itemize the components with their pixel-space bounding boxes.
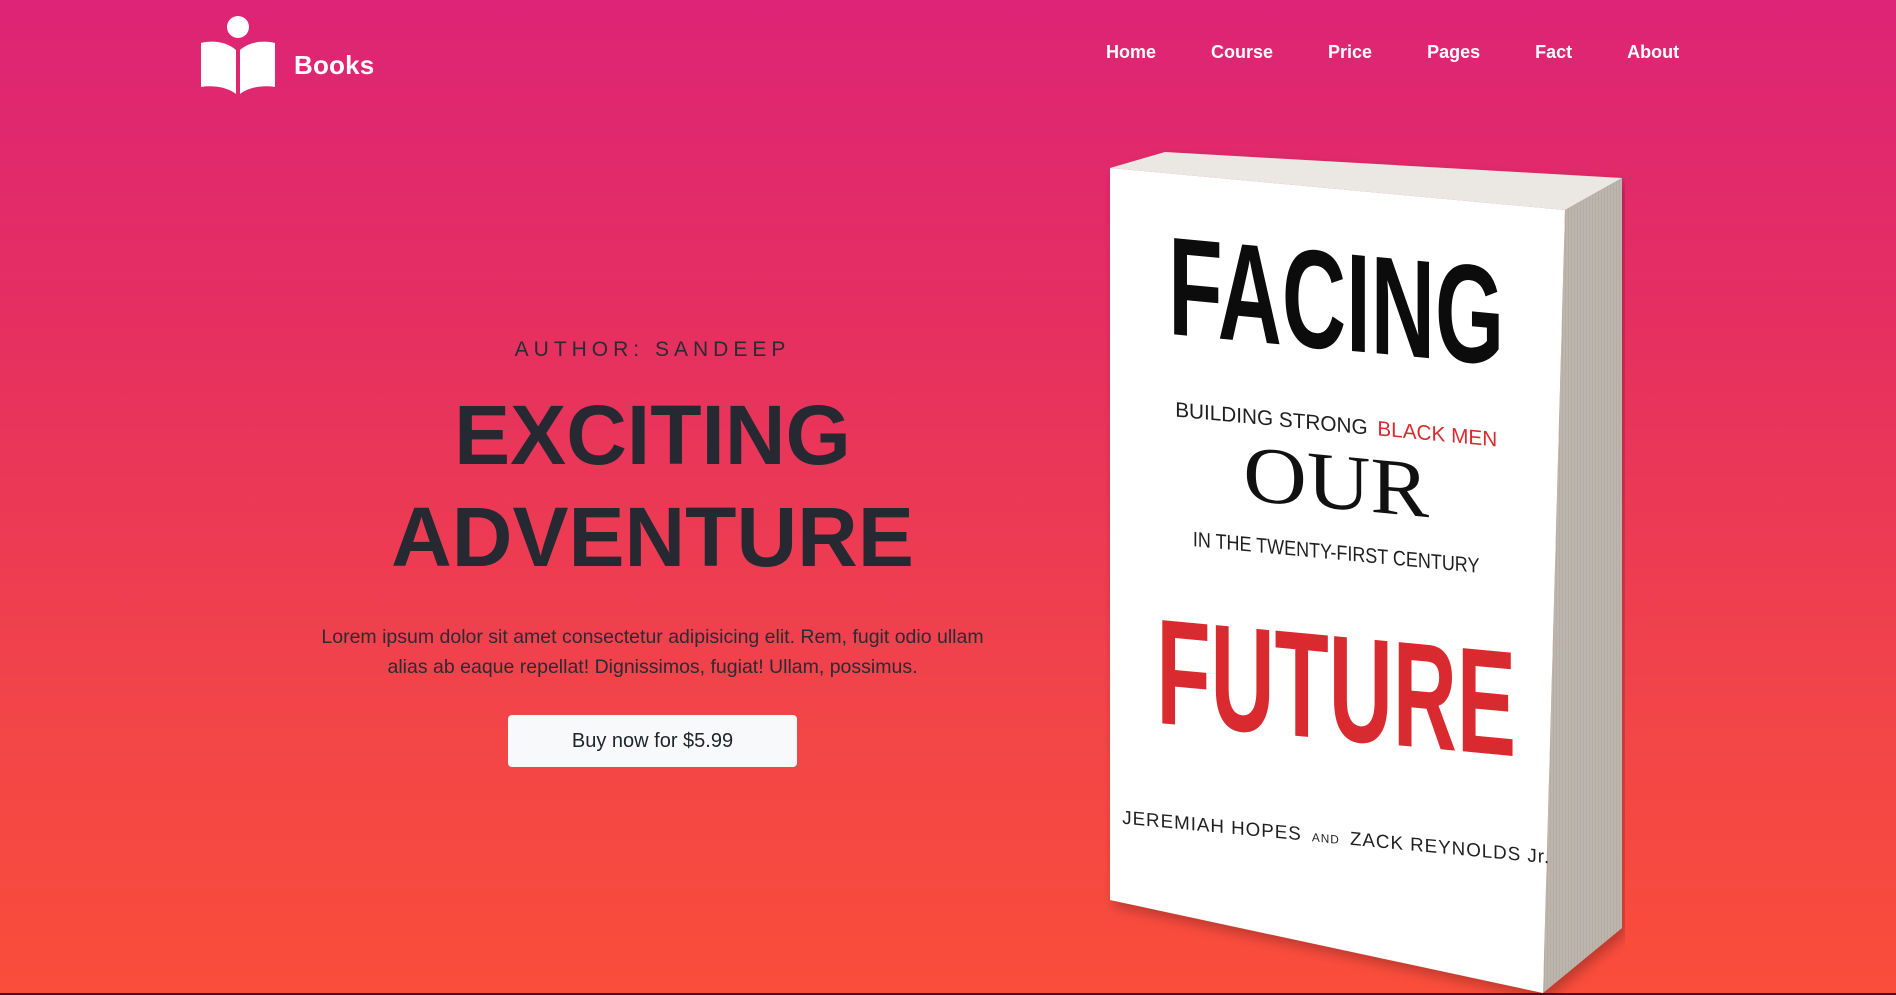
hero-title-line2: ADVENTURE <box>391 490 914 584</box>
book-title-top: FACING <box>1168 207 1504 395</box>
buy-now-button[interactable]: Buy now for $5.99 <box>508 715 797 767</box>
book-title-middle: OUR <box>1243 430 1430 536</box>
nav-pages[interactable]: Pages <box>1427 42 1480 63</box>
main-nav: Home Course Price Pages Fact About <box>1106 42 1679 63</box>
book-cover-image: FACING BUILDING STRONG BLACK MEN OUR IN … <box>1110 152 1622 993</box>
brand[interactable]: Books <box>199 14 374 94</box>
nav-price[interactable]: Price <box>1328 42 1372 63</box>
author-label: AUTHOR: SANDEEP <box>514 338 791 361</box>
book-title-bottom: FUTURE <box>1156 587 1516 788</box>
hero-description: Lorem ipsum dolor sit amet consectetur a… <box>321 626 984 678</box>
hero-title: EXCITING ADVENTURE <box>300 384 1005 588</box>
nav-about[interactable]: About <box>1627 42 1679 63</box>
brand-name: Books <box>294 49 375 80</box>
book-author-and: AND <box>1312 830 1340 847</box>
reading-person-logo-icon <box>201 16 275 94</box>
nav-home[interactable]: Home <box>1106 42 1156 63</box>
hero-title-line1: EXCITING <box>454 388 851 482</box>
hero-section: AUTHOR: SANDEEP EXCITING ADVENTURE Lorem… <box>300 330 1005 767</box>
nav-course[interactable]: Course <box>1211 42 1273 63</box>
nav-fact[interactable]: Fact <box>1535 42 1572 63</box>
